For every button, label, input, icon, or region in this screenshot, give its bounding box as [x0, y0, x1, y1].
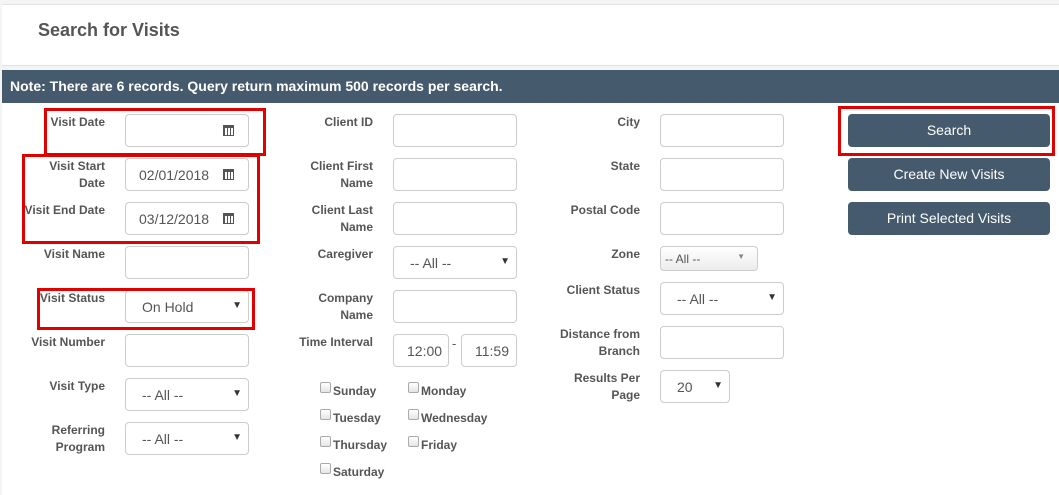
city-label: City [617, 115, 640, 129]
company-name-input[interactable] [393, 290, 517, 323]
zone-label: Zone [611, 247, 640, 261]
visit-name-input[interactable] [125, 246, 249, 279]
records-note: Note: There are 6 records. Query return … [2, 70, 1059, 103]
thursday-checkbox[interactable] [320, 436, 331, 447]
results-per-page-label: Results Per Page [573, 371, 640, 402]
time-end-input[interactable]: 11:59 [461, 334, 517, 367]
postal-code-label: Postal Code [570, 203, 640, 217]
visit-number-label: Visit Number [31, 335, 105, 349]
highlight-search [838, 106, 1055, 156]
print-selected-visits-button[interactable]: Print Selected Visits [848, 202, 1050, 235]
caregiver-label: Caregiver [317, 247, 373, 261]
client-id-input[interactable] [393, 114, 517, 147]
caret-down-icon: ▼ [767, 292, 777, 303]
thursday-label: Thursday [333, 438, 388, 452]
client-last-name-input[interactable] [393, 202, 517, 235]
highlight-visit-status [37, 288, 255, 330]
caret-down-icon: ▼ [232, 388, 242, 399]
referring-program-select[interactable]: -- All -- ▼ [125, 422, 249, 455]
friday-checkbox[interactable] [408, 436, 419, 447]
monday-checkbox[interactable] [408, 382, 419, 393]
client-first-name-input[interactable] [393, 158, 517, 191]
tuesday-label: Tuesday [333, 411, 381, 425]
saturday-checkbox[interactable] [320, 463, 331, 474]
sunday-checkbox[interactable] [320, 382, 331, 393]
caret-down-icon: ▼ [500, 256, 510, 267]
page-title: Search for Visits [38, 20, 180, 40]
caret-down-icon: ▼ [232, 432, 242, 443]
caret-down-icon: ▼ [737, 252, 745, 261]
caret-down-icon: ▼ [713, 380, 723, 391]
client-status-select[interactable]: -- All -- ▼ [660, 282, 784, 315]
visit-number-input[interactable] [125, 334, 249, 367]
highlight-visit-date-range [22, 154, 260, 244]
state-label: State [610, 159, 640, 173]
client-first-name-label: Client First Name [310, 159, 373, 190]
wednesday-checkbox[interactable] [408, 409, 419, 420]
company-name-label: Company Name [318, 291, 373, 322]
zone-select[interactable]: -- All -- ▼ [660, 246, 758, 271]
referring-program-label: Referring Program [51, 423, 105, 454]
client-status-label: Client Status [566, 283, 640, 297]
visit-type-label: Visit Type [49, 379, 105, 393]
visit-type-select[interactable]: -- All -- ▼ [125, 378, 249, 411]
distance-input[interactable] [660, 326, 784, 359]
highlight-visit-date [44, 108, 266, 156]
results-per-page-select[interactable]: 20 ▼ [660, 370, 730, 403]
city-input[interactable] [660, 114, 784, 147]
wednesday-label: Wednesday [421, 411, 488, 425]
time-start-input[interactable]: 12:00 [393, 334, 449, 367]
distance-label: Distance from Branch [559, 327, 640, 358]
saturday-label: Saturday [333, 465, 385, 479]
client-last-name-label: Client Last Name [311, 203, 373, 234]
create-new-visits-button[interactable]: Create New Visits [848, 158, 1050, 191]
caregiver-select[interactable]: -- All -- ▼ [393, 246, 517, 279]
visit-name-label: Visit Name [43, 247, 105, 261]
sunday-label: Sunday [333, 384, 377, 398]
time-interval-label: Time Interval [299, 335, 373, 349]
postal-code-input[interactable] [660, 202, 784, 235]
monday-label: Monday [421, 384, 467, 398]
time-separator: - [452, 336, 457, 351]
client-id-label: Client ID [324, 115, 373, 129]
state-input[interactable] [660, 158, 784, 191]
friday-label: Friday [421, 438, 458, 452]
tuesday-checkbox[interactable] [320, 409, 331, 420]
